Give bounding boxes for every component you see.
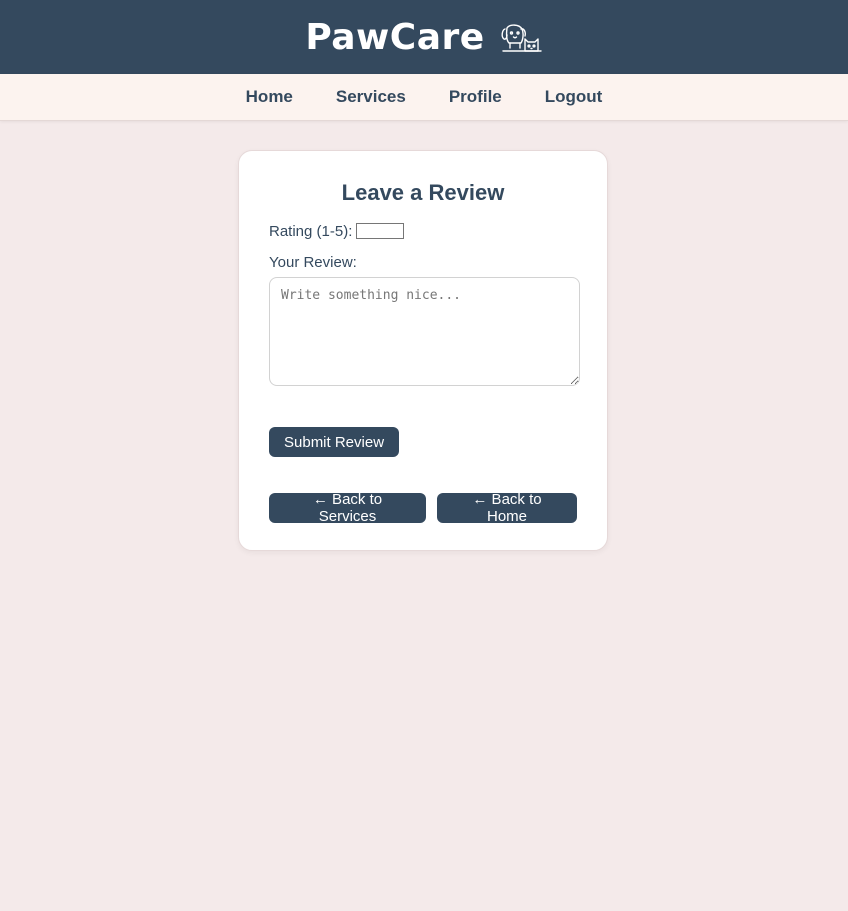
back-to-home-button[interactable]: ← Back to Home — [437, 491, 577, 525]
nav-logout-link[interactable]: Logout — [523, 87, 624, 107]
submit-review-button[interactable]: Submit Review — [269, 427, 400, 457]
brand-name: PawCare — [305, 16, 485, 58]
main-nav: Home Services Profile Logout — [0, 74, 848, 121]
nav-profile-link[interactable]: Profile — [427, 87, 523, 107]
page-title: Leave a Review — [341, 180, 505, 205]
nav-services-link[interactable]: Services — [314, 87, 427, 107]
back-links: ← Back to Services ← Back to Home — [269, 491, 577, 525]
app-header: PawCare — [0, 0, 848, 74]
rating-row: Rating (1-5): — [269, 221, 577, 241]
dog-and-cat-icon — [501, 24, 542, 52]
rating-label: Rating (1-5): — [269, 222, 353, 240]
review-card: Leave a Review Rating (1-5): Your Review… — [238, 150, 608, 551]
back-to-services-button[interactable]: ← Back to Services — [269, 491, 426, 525]
review-label: Your Review: — [269, 254, 357, 271]
brand[interactable]: PawCare — [305, 17, 542, 58]
rating-input[interactable] — [356, 223, 405, 239]
review-textarea[interactable] — [269, 277, 580, 386]
nav-home-link[interactable]: Home — [224, 87, 314, 107]
